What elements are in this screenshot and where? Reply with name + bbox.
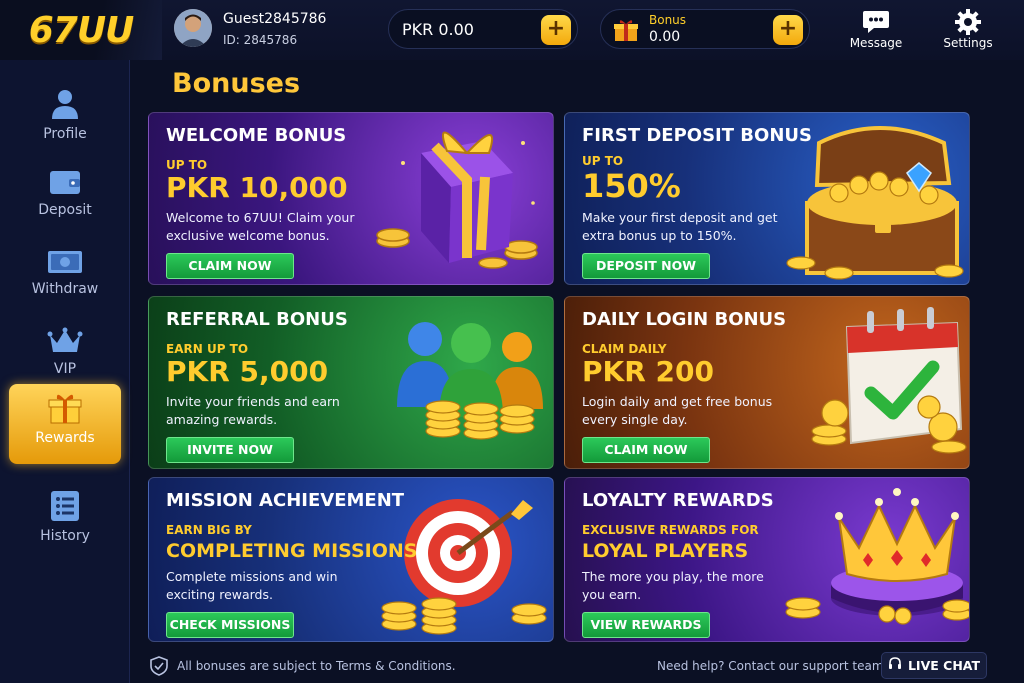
card-amount: LOYAL PLAYERS: [582, 540, 749, 562]
card-description: Complete missions and win exciting rewar…: [166, 569, 338, 602]
card-description: Invite your friends and earn amazing rew…: [166, 394, 340, 427]
sidebar-item-history[interactable]: History: [9, 482, 121, 556]
chat-bubble-icon: [841, 8, 911, 36]
welcome-bonus-card[interactable]: WELCOME BONUS UP TO PKR 10,000 Welcome t…: [148, 112, 554, 285]
card-title: WELCOME BONUS: [166, 125, 347, 146]
card-amount: PKR 200: [582, 355, 714, 388]
referral-bonus-card[interactable]: REFERRAL BONUS EARN UP TO PKR 5,000 Invi…: [148, 296, 554, 469]
add-bonus-button[interactable]: +: [773, 15, 803, 45]
card-amount: COMPLETING MISSIONS: [166, 540, 418, 562]
deposit-now-button[interactable]: DEPOSIT NOW: [582, 253, 710, 279]
live-chat-label: LIVE CHAT: [907, 658, 981, 673]
user-name: Guest2845786: [223, 11, 327, 27]
terms-notice: All bonuses are subject to Terms & Condi…: [177, 659, 456, 673]
sidebar-item-label: Deposit: [38, 202, 92, 218]
gift-icon: [613, 18, 639, 46]
gift-box-icon: [363, 113, 553, 284]
crown-icon: [779, 478, 969, 641]
sidebar-item-rewards[interactable]: Rewards: [9, 384, 121, 464]
sidebar-item-label: History: [40, 528, 90, 544]
add-balance-button[interactable]: +: [541, 15, 571, 45]
sidebar-item-label: VIP: [53, 361, 77, 377]
card-title: LOYALTY REWARDS: [582, 490, 774, 511]
first-deposit-bonus-card[interactable]: FIRST DEPOSIT BONUS UP TO 150% Make your…: [564, 112, 970, 285]
gear-icon: [933, 8, 1003, 36]
message-label: Message: [849, 36, 903, 50]
card-title: FIRST DEPOSIT BONUS: [582, 125, 812, 146]
claim-welcome-button[interactable]: CLAIM NOW: [166, 253, 294, 279]
balance-display: PKR 0.00 +: [388, 9, 578, 49]
cash-icon: [9, 235, 121, 275]
live-chat-button[interactable]: LIVE CHAT: [881, 652, 987, 679]
user-id: ID: 2845786: [223, 33, 298, 47]
check-missions-button[interactable]: CHECK MISSIONS: [166, 612, 294, 638]
list-icon: [9, 482, 121, 522]
loyalty-rewards-card[interactable]: LOYALTY REWARDS EXCLUSIVE REWARDS FOR LO…: [564, 477, 970, 642]
view-rewards-button[interactable]: VIEW REWARDS: [582, 612, 710, 638]
people-icon: [363, 297, 553, 468]
bonus-value: 0.00: [649, 29, 681, 45]
avatar[interactable]: [174, 9, 212, 47]
wallet-icon: [9, 156, 121, 196]
bonus-label: Bonus: [649, 13, 687, 27]
gift-icon: [9, 390, 121, 424]
card-title: MISSION ACHIEVEMENT: [166, 490, 405, 511]
user-icon: [9, 80, 121, 120]
crown-icon: [9, 315, 121, 355]
message-button[interactable]: Message: [841, 8, 911, 50]
card-title: REFERRAL BONUS: [166, 309, 348, 330]
card-amount: 150%: [582, 167, 681, 205]
card-subtitle: UP TO: [582, 154, 624, 168]
shield-icon: [150, 656, 168, 680]
page-title: Bonuses: [172, 68, 301, 99]
sidebar-item-label: Withdraw: [31, 281, 99, 297]
sidebar-item-profile[interactable]: Profile: [9, 80, 121, 154]
settings-button[interactable]: Settings: [933, 8, 1003, 50]
settings-label: Settings: [943, 36, 993, 50]
daily-login-bonus-card[interactable]: DAILY LOGIN BONUS CLAIM DAILY PKR 200 Lo…: [564, 296, 970, 469]
sidebar-item-withdraw[interactable]: Withdraw: [9, 235, 121, 309]
headset-icon: [888, 657, 902, 674]
balance-value: PKR 0.00: [402, 20, 474, 39]
sidebar-item-label: Profile: [43, 126, 87, 142]
card-description: Welcome to 67UU! Claim your exclusive we…: [166, 210, 355, 243]
card-description: Make your first deposit and get extra bo…: [582, 210, 778, 243]
bonus-display: Bonus 0.00 +: [600, 9, 810, 49]
card-amount: PKR 10,000: [166, 171, 348, 204]
card-description: The more you play, the more you earn.: [582, 569, 764, 602]
sidebar-item-vip[interactable]: VIP: [9, 315, 121, 389]
card-description: Login daily and get free bonus every sin…: [582, 394, 773, 427]
claim-daily-button[interactable]: CLAIM NOW: [582, 437, 710, 463]
card-subtitle: EARN UP TO: [166, 342, 249, 356]
card-subtitle: UP TO: [166, 158, 208, 172]
app-logo[interactable]: 67UU: [0, 0, 162, 60]
sidebar: Profile Deposit Withdraw VIP Rewards His…: [0, 60, 130, 683]
support-text: Need help? Contact our support team.: [657, 659, 888, 673]
sidebar-item-label: Rewards: [35, 430, 95, 446]
sidebar-item-deposit[interactable]: Deposit: [9, 156, 121, 230]
card-amount: PKR 5,000: [166, 355, 329, 388]
invite-now-button[interactable]: INVITE NOW: [166, 437, 294, 463]
card-subtitle: EARN BIG BY: [166, 523, 252, 537]
calendar-check-icon: [779, 297, 969, 468]
card-subtitle: EXCLUSIVE REWARDS FOR: [582, 523, 759, 537]
card-title: DAILY LOGIN BONUS: [582, 309, 787, 330]
card-subtitle: CLAIM DAILY: [582, 342, 667, 356]
mission-achievement-card[interactable]: MISSION ACHIEVEMENT EARN BIG BY COMPLETI…: [148, 477, 554, 642]
